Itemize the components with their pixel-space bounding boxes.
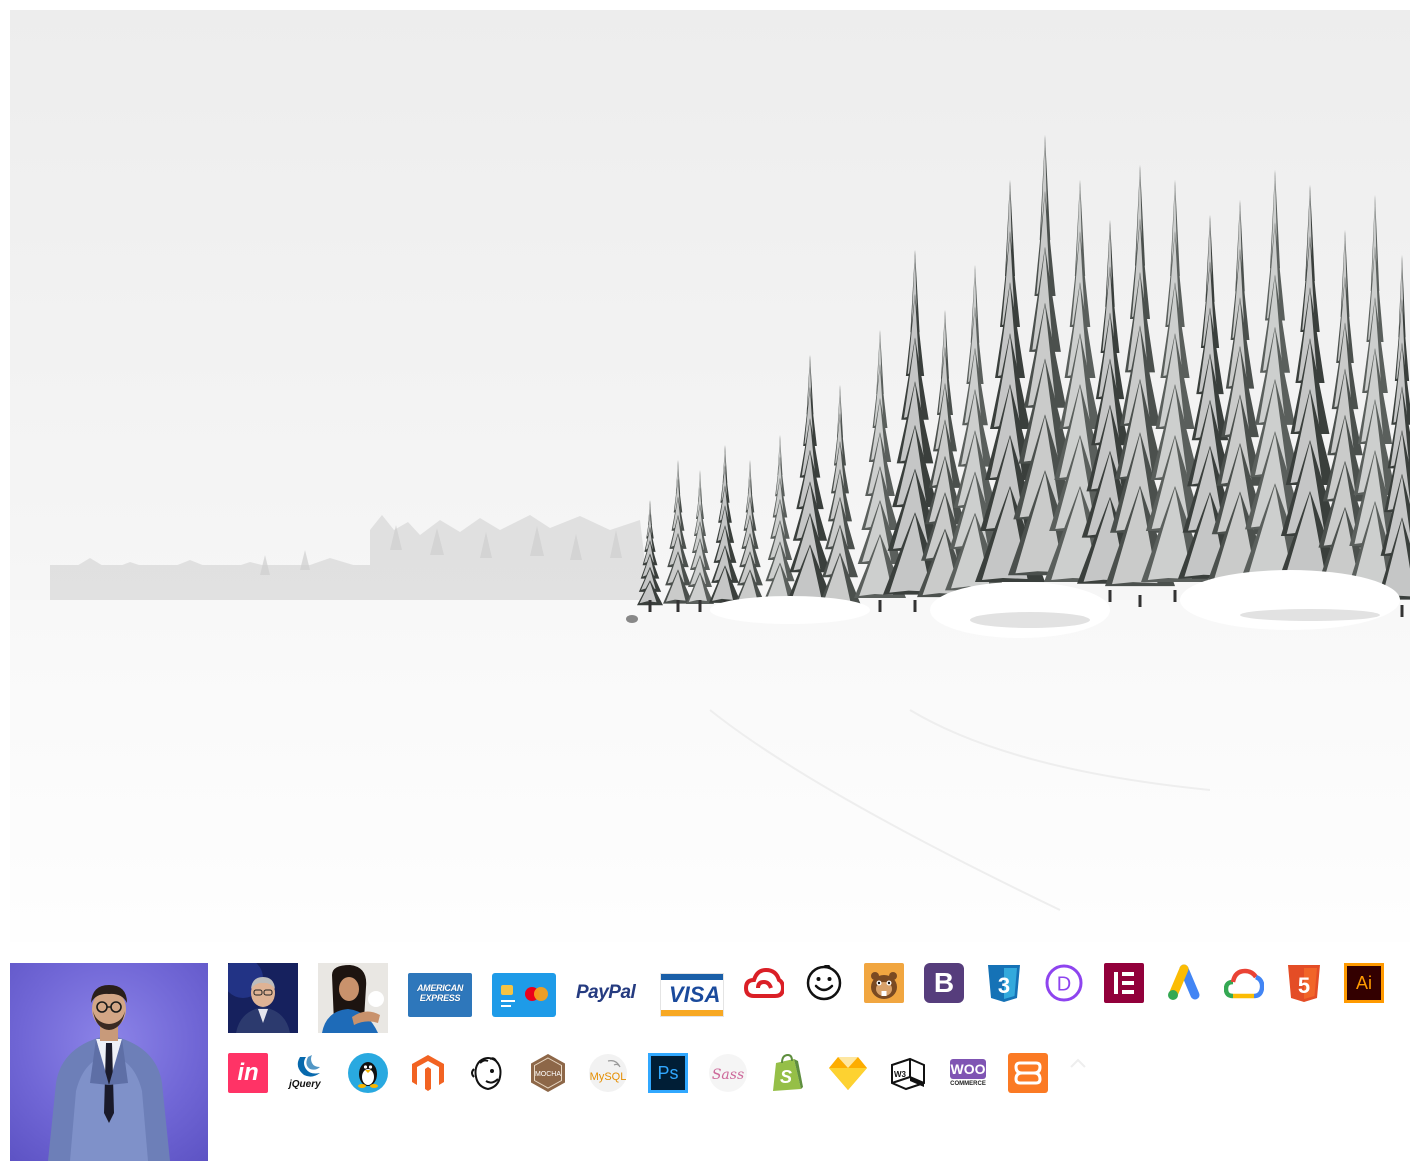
illustrator-label: Ai [1347, 966, 1381, 1000]
tree-trunk [1108, 590, 1112, 602]
visa-logo-text: VISA [669, 982, 721, 1007]
divi-icon[interactable]: D [1044, 963, 1084, 1003]
html5-icon[interactable]: 5 [1284, 963, 1324, 1003]
visa-bottom-bar [661, 1010, 723, 1016]
elementor-icon[interactable] [1104, 963, 1144, 1003]
jquery-logo-text: jQuery [289, 1079, 321, 1090]
photoshop-icon[interactable]: Ps [648, 1053, 688, 1093]
visa-top-bar [661, 974, 723, 980]
linux-tux-icon[interactable] [348, 1053, 388, 1093]
snowy-forest-landscape-photo [10, 10, 1410, 942]
card-line-icon [501, 1000, 515, 1002]
amex-line2: EXPRESS [419, 993, 461, 1003]
google-ads-icon[interactable] [1164, 963, 1204, 1003]
google-cloud-icon[interactable] [1223, 966, 1265, 1002]
mocha-icon[interactable]: MOCHA [528, 1053, 568, 1093]
elementor-bar-icon [1122, 972, 1134, 976]
xampp-icon[interactable] [1008, 1053, 1048, 1093]
smiley-face-icon[interactable] [806, 964, 842, 1001]
chevron-up-icon[interactable] [1068, 1053, 1088, 1073]
hero-snow-landscape-image [10, 10, 1410, 942]
bootstrap-icon[interactable]: B [924, 963, 964, 1003]
sass-icon[interactable]: Sass [708, 1053, 748, 1093]
svg-text:S: S [780, 1067, 792, 1087]
tree-trunk [913, 600, 917, 612]
adobe-illustrator-icon[interactable]: Ai [1344, 963, 1384, 1003]
mailchimp-icon[interactable] [468, 1053, 508, 1093]
card-chip-icon [501, 985, 513, 995]
profile-photo-man-in-suit [48, 985, 170, 1161]
adobe-creative-cloud-icon[interactable] [743, 966, 786, 1002]
jquery-icon[interactable]: jQuery [288, 1053, 328, 1093]
tree-trunk [878, 600, 882, 612]
paypal-icon[interactable]: PayPal [576, 980, 640, 1010]
photoshop-label: Ps [651, 1056, 685, 1090]
css3-number: 3 [998, 973, 1010, 998]
tree-trunk [1400, 605, 1404, 617]
woocommerce-woo-text: WOO [950, 1059, 986, 1079]
elementor-bar-icon [1122, 981, 1134, 985]
avatar-man-photo-icon [223, 958, 298, 1033]
mysql-icon[interactable]: MySQL [588, 1053, 628, 1093]
tree-trunk [1173, 590, 1177, 602]
w3c-cube-icon[interactable]: W3 [888, 1053, 928, 1093]
elementor-bar-icon [1114, 972, 1118, 994]
mysql-label: MySQL [590, 1071, 627, 1083]
divi-letter: D [1057, 974, 1071, 996]
credit-card-mastercard-icon[interactable] [492, 973, 556, 1017]
tree-trunk [648, 600, 652, 612]
sketch-icon[interactable] [828, 1053, 868, 1093]
visa-icon[interactable]: VISA [660, 973, 724, 1017]
card-line-icon [501, 1005, 511, 1007]
tree-trunk [676, 600, 680, 612]
beaver-builder-icon[interactable] [864, 963, 904, 1003]
tree-trunk [1138, 595, 1142, 607]
magento-icon[interactable] [408, 1053, 448, 1093]
sass-label: Sass [712, 1067, 744, 1083]
woocommerce-commerce-text: COMMERCE [950, 1081, 986, 1087]
shopify-icon[interactable]: S [768, 1053, 808, 1093]
invision-icon[interactable]: in [228, 1053, 268, 1093]
american-express-icon[interactable]: AMERICAN EXPRESS [408, 973, 472, 1017]
avatar-woman-photo-icon [318, 963, 388, 1033]
elementor-bar-icon [1122, 990, 1134, 994]
mocha-label: MOCHA [535, 1071, 561, 1078]
mastercard-orange-circle-icon [534, 987, 548, 1001]
profile-photo [10, 963, 208, 1161]
woocommerce-icon[interactable]: WOO COMMERCE [948, 1053, 988, 1093]
tree-trunk [698, 600, 702, 612]
html5-number: 5 [1298, 973, 1310, 998]
css3-icon[interactable]: 3 [984, 963, 1024, 1003]
w3-label: W3 [894, 1070, 907, 1079]
paypal-logo-text: PayPal [576, 982, 636, 1003]
amex-line1: AMERICAN [416, 983, 464, 993]
